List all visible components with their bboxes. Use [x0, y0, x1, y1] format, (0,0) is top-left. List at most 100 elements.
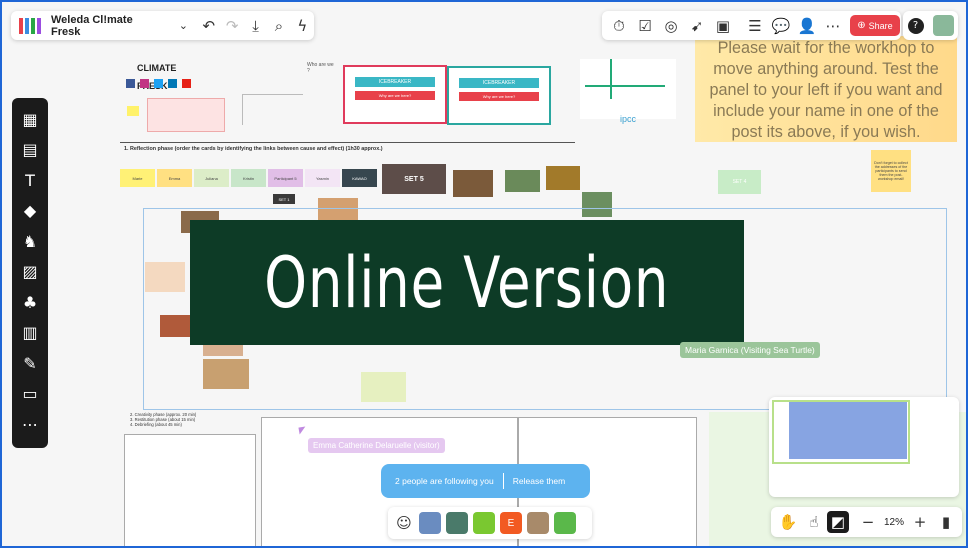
wait-note[interactable]: Please wait for the workhop to move anyt… [695, 36, 957, 142]
left-toolbar: ▦ ▤ T ◆ ♞ ▨ ♣ ▥ ✎ ▭ ⋯ [12, 98, 48, 448]
fresk-card[interactable] [453, 170, 493, 197]
emoji-icon[interactable]: ☺ [394, 510, 414, 536]
pen-icon[interactable]: ✎ [15, 348, 45, 378]
phases-list: 2. Creativity phase (approx. 20 min) 3. … [130, 412, 196, 427]
release-button[interactable]: Release them [513, 476, 565, 486]
shapes-icon[interactable]: ◆ [15, 196, 45, 226]
templates-icon[interactable]: ▦ [15, 104, 45, 134]
who-are-we-text: Who are we ? [307, 62, 334, 74]
fresk-card[interactable] [505, 170, 540, 192]
cursor-icon[interactable]: ➹ [684, 13, 710, 39]
hand-icon[interactable]: ✋ [775, 509, 801, 535]
set-4-card[interactable]: SET 4 [718, 170, 761, 194]
sticky-note-icon[interactable]: ▤ [15, 135, 45, 165]
cursor-label-emma: Emma Catherine Delaruelle (visitor) [308, 438, 445, 453]
toolbox-icon[interactable]: ▣ [710, 13, 736, 39]
e-avatar[interactable]: E [500, 512, 522, 534]
collaborator-avatar[interactable] [419, 512, 441, 534]
set-1-card[interactable]: SET 1 [273, 194, 295, 204]
layout-icon[interactable]: ☰ [742, 13, 768, 39]
vote-icon[interactable]: ☑ [632, 13, 658, 39]
minimap[interactable] [769, 397, 959, 497]
collaborators-bar: ☺ E [388, 507, 592, 539]
social-icons [126, 79, 201, 89]
mind-map-icon[interactable]: ♣ [15, 287, 45, 317]
help-icon[interactable]: ? [907, 17, 924, 34]
zoom-out-icon[interactable]: − [855, 509, 881, 535]
participant-sticky[interactable]: Juliana [194, 169, 229, 187]
icebreaker-card-1[interactable]: ICEBREAKER Why are we here? [343, 65, 447, 124]
set-5-card[interactable]: SET 5 [382, 164, 446, 194]
online-version-text: Online Version [264, 241, 670, 324]
phase-item: 4. Debriefing (about 45 min) [130, 422, 182, 427]
facebook-icon [126, 79, 135, 88]
whiteboard-canvas[interactable]: CLIMATE FRESK Who are we ? ICEBREAKER Wh… [2, 2, 966, 546]
undo-icon[interactable]: ↶ [197, 13, 220, 39]
help-avatar-panel: ? [903, 11, 958, 40]
divider [502, 473, 504, 489]
who-are-we-slide[interactable]: Who are we ? [307, 62, 337, 102]
photo-avatar[interactable] [527, 512, 549, 534]
search-icon[interactable]: ⌕ [267, 13, 290, 39]
avatar[interactable] [932, 15, 954, 36]
miro-logo-icon[interactable] [19, 17, 41, 34]
cow-avatar[interactable] [554, 512, 576, 534]
share-button[interactable]: ⊕ Share [850, 15, 900, 36]
people-icon[interactable]: 👤 [794, 13, 820, 39]
chevron-down-icon[interactable]: ⌄ [172, 13, 195, 39]
cursor-label-maria: Maria Garnica (Visiting Sea Turtle) [680, 342, 820, 358]
online-version-banner: Online Version [190, 220, 744, 345]
slide-thumbnail[interactable] [147, 98, 225, 132]
wait-note-text: Please wait for the workhop to move anyt… [709, 39, 943, 141]
participant-sticky[interactable]: Emma [157, 169, 192, 187]
frame-icon[interactable]: ▭ [15, 379, 45, 409]
lightning-icon[interactable]: ϟ [291, 13, 314, 39]
linkedin-icon [168, 79, 177, 88]
app-window: CLIMATE FRESK Who are we ? ICEBREAKER Wh… [0, 0, 968, 548]
incognito-icon[interactable]: ◎ [658, 13, 684, 39]
board-title[interactable]: Weleda Cl!mate Fresk [51, 14, 154, 38]
cursor-arrow-icon [298, 426, 307, 435]
llama-icon[interactable]: ♞ [15, 226, 45, 256]
participant-sticky[interactable]: KAWAO [342, 169, 377, 187]
participant-sticky[interactable]: Kristin [231, 169, 266, 187]
sticky-yellow-small[interactable] [127, 106, 139, 116]
youtube-icon [182, 79, 191, 88]
share-user-icon: ⊕ [857, 20, 866, 31]
text-icon[interactable]: T [15, 165, 45, 195]
download-icon[interactable]: ⤓ [244, 13, 267, 39]
why-here-label-2: Why are we here? [459, 92, 539, 101]
ipcc-diagram[interactable]: ipcc [580, 59, 676, 124]
panel-toggle-icon[interactable]: ▮ [933, 509, 959, 535]
icebreaker-card-2[interactable]: ICEBREAKER Why are we here? [447, 66, 551, 125]
creativity-frame[interactable] [124, 434, 256, 546]
instagram-icon [140, 79, 149, 88]
share-label: Share [868, 20, 893, 31]
minimap-toggle-icon[interactable]: ◩ [827, 511, 849, 533]
table-icon[interactable]: ▥ [15, 318, 45, 348]
participant-sticky[interactable]: Yasmin [305, 169, 340, 187]
comment-icon[interactable]: 💬 [768, 13, 794, 39]
seahorse-avatar[interactable] [473, 512, 495, 534]
touch-icon[interactable]: ☝ [801, 509, 827, 535]
ipcc-label: ipcc [620, 114, 637, 124]
fresk-card[interactable] [546, 166, 580, 190]
follow-banner: 2 people are following you Release them [381, 464, 590, 498]
zoom-level[interactable]: 12% [884, 517, 904, 528]
top-right-toolbar: ⏱ ☑ ◎ ➹ ▣ ☰ 💬 👤 ⋯ ⊕ Share [602, 11, 901, 40]
participant-sticky[interactable]: Marie [120, 169, 155, 187]
image-icon[interactable]: ▨ [15, 257, 45, 287]
section-divider [120, 142, 575, 143]
participant-stickies: Marie Emma Juliana Kristin Participant 5… [120, 169, 377, 187]
redo-icon[interactable]: ↷ [220, 13, 243, 39]
zoom-in-icon[interactable]: + [907, 509, 933, 535]
more-tools-icon[interactable]: ⋯ [15, 409, 45, 439]
board-title-bar: Weleda Cl!mate Fresk ⌄ ↶ ↷ ⤓ ⌕ ϟ [11, 11, 314, 40]
minimap-green-area [772, 400, 910, 464]
turtle-avatar[interactable] [446, 512, 468, 534]
reminder-note[interactable]: Don't forget to collect the addresses of… [871, 150, 911, 192]
twitter-icon [154, 79, 163, 88]
participant-sticky[interactable]: Participant 5 [268, 169, 303, 187]
timer-icon[interactable]: ⏱ [606, 13, 632, 39]
more-icon[interactable]: ⋯ [820, 13, 846, 39]
